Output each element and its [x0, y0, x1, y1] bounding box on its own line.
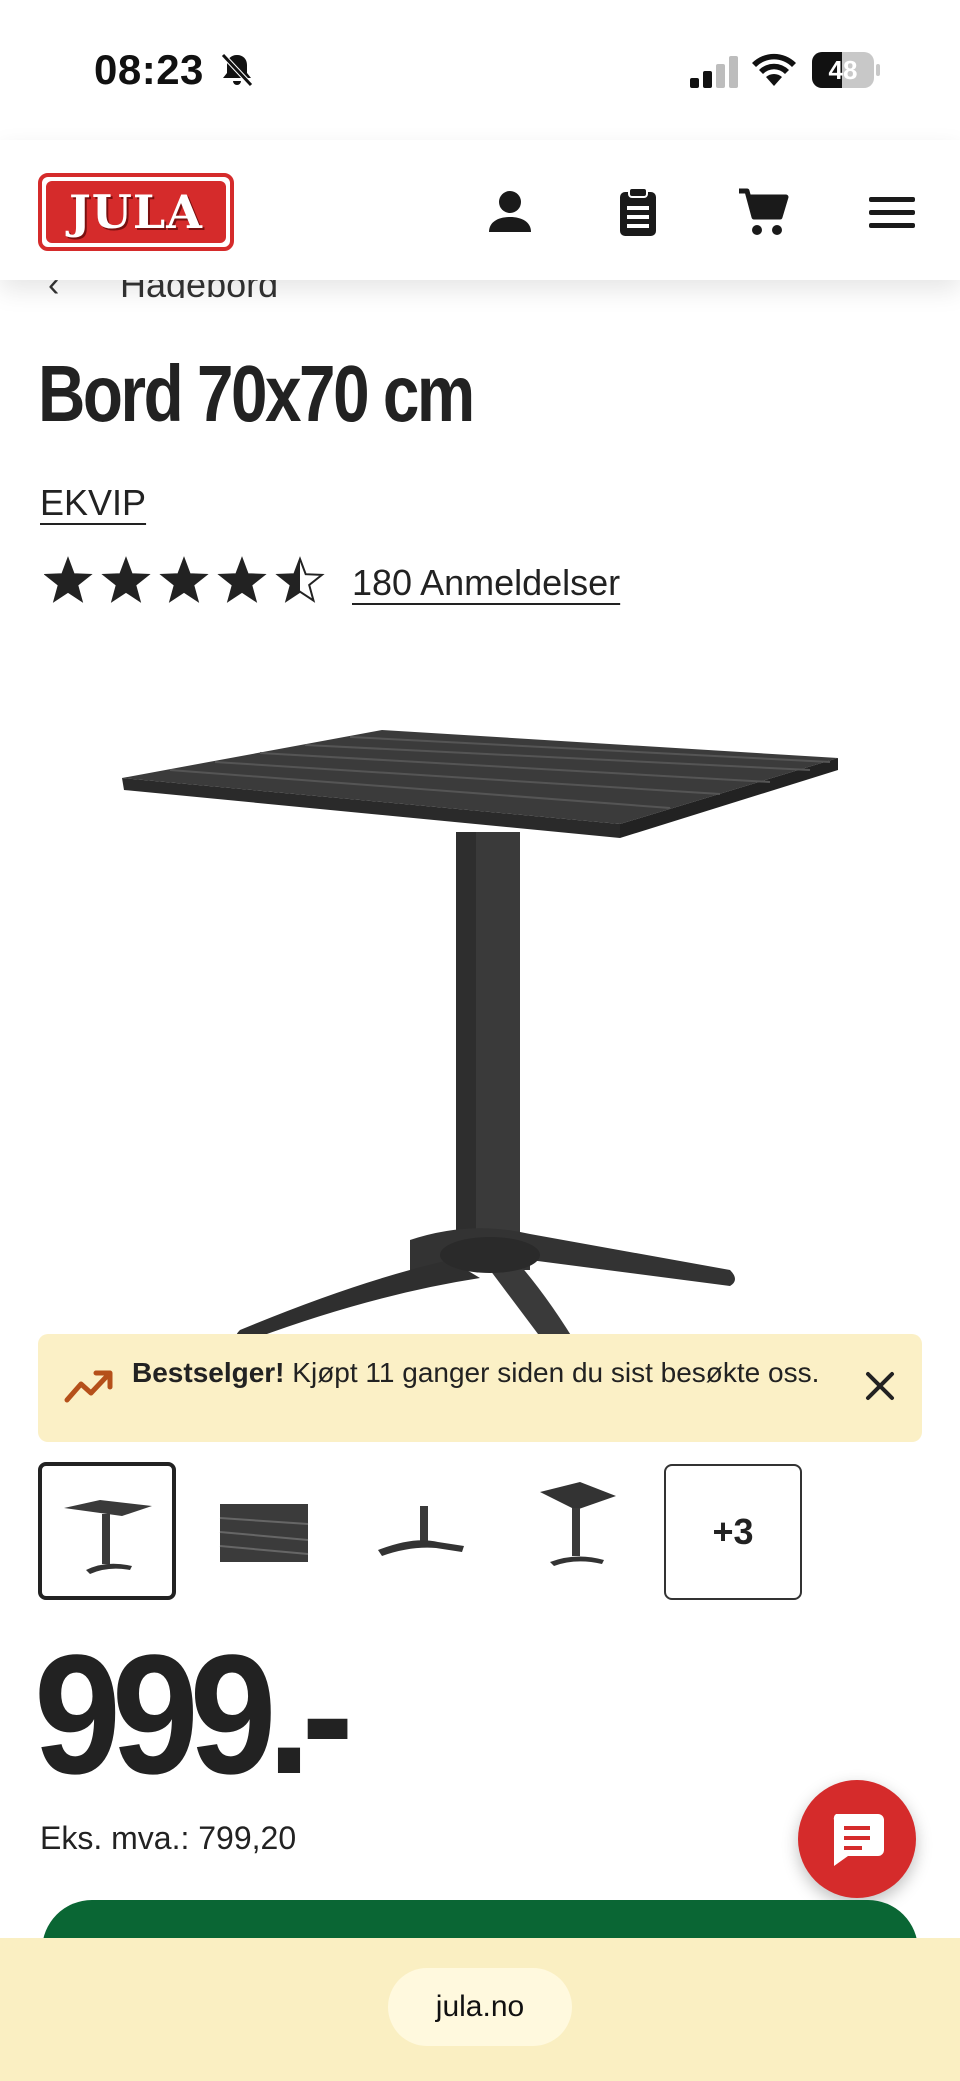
star-3	[162, 559, 206, 601]
thumb-base-foot	[378, 1506, 464, 1556]
bestseller-text: Bestselger! Kjøpt 11 ganger siden du sis…	[132, 1357, 820, 1388]
brand-link[interactable]: EKVIP	[40, 482, 146, 524]
user-icon[interactable]	[484, 186, 536, 238]
site-header: JULA	[0, 140, 960, 280]
more-images-button[interactable]: +3	[664, 1464, 802, 1600]
chat-bubble-icon	[833, 1814, 884, 1866]
jula-logo[interactable]: JULA	[38, 173, 234, 251]
cellular-signal-icon	[690, 56, 738, 88]
hamburger-menu-icon[interactable]	[866, 186, 918, 238]
cart-icon[interactable]	[737, 186, 789, 238]
star-rating	[44, 556, 325, 603]
star-4	[220, 559, 264, 601]
clipboard-list-icon[interactable]	[612, 186, 664, 238]
product-image[interactable]	[110, 700, 850, 1350]
trending-up-icon	[64, 1370, 113, 1403]
chat-button[interactable]	[798, 1780, 916, 1898]
close-icon[interactable]	[860, 1366, 900, 1406]
logo-text: JULA	[69, 185, 203, 239]
price: 999.-	[34, 1620, 354, 1810]
thumb-tabletop-slats	[219, 1504, 309, 1562]
url-field[interactable]: jula.no	[388, 1968, 572, 2046]
product-title: Bord 70x70 cm	[38, 349, 475, 438]
battery-icon: 48	[812, 52, 880, 88]
thumbnail-3[interactable]	[354, 1462, 492, 1600]
status-time: 08:23	[94, 46, 204, 93]
reviews-link[interactable]: 180 Anmeldelser	[352, 562, 620, 604]
wifi-icon	[752, 53, 796, 86]
browser-address-bar: jula.no	[0, 1938, 960, 2081]
battery-percent: 48	[828, 55, 858, 85]
rating-row: 180 Anmeldelser	[44, 556, 644, 608]
star-2	[104, 559, 148, 601]
bestseller-banner: Bestselger! Kjøpt 11 ganger siden du sis…	[38, 1334, 922, 1442]
price-ex-vat: Eks. mva.: 799,20	[40, 1820, 297, 1856]
thumbnail-1[interactable]	[38, 1462, 176, 1600]
thumb-table-full	[64, 1500, 152, 1574]
bell-slash-icon	[221, 53, 253, 87]
star-1	[46, 559, 90, 601]
thumbnail-2[interactable]	[180, 1462, 318, 1600]
thumbnail-4[interactable]	[510, 1462, 648, 1600]
thumb-table-tilted	[540, 1482, 616, 1566]
status-bar: 08:23 48	[0, 0, 960, 140]
